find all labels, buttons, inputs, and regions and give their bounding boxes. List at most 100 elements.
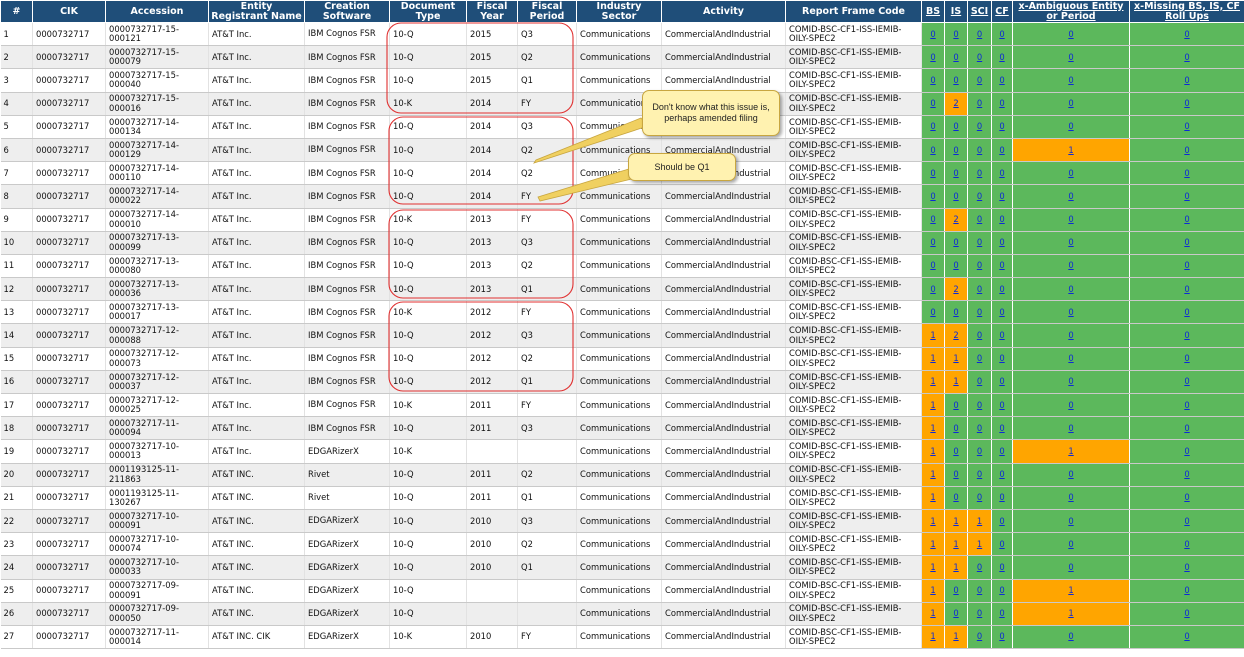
cell-is-count-link[interactable]: 1 bbox=[953, 353, 958, 363]
cell-sci-count[interactable]: 0 bbox=[968, 138, 992, 161]
cell-bs-count[interactable]: 0 bbox=[922, 23, 945, 46]
cell-is-count-link[interactable]: 1 bbox=[953, 516, 958, 526]
cell-ambiguous-count[interactable]: 0 bbox=[1013, 115, 1130, 138]
cell-cf-count[interactable]: 0 bbox=[992, 92, 1013, 115]
cell-is-count[interactable]: 0 bbox=[945, 394, 968, 417]
cell-missing-rollups-count-link[interactable]: 0 bbox=[1184, 562, 1189, 572]
cell-is-count-link[interactable]: 0 bbox=[953, 237, 958, 247]
cell-is-count[interactable]: 1 bbox=[945, 533, 968, 556]
cell-sci-count-link[interactable]: 0 bbox=[977, 168, 982, 178]
cell-cf-count-link[interactable]: 0 bbox=[999, 516, 1004, 526]
cell-is-count-link[interactable]: 0 bbox=[953, 307, 958, 317]
cell-cf-count[interactable]: 0 bbox=[992, 440, 1013, 463]
cell-bs-count[interactable]: 0 bbox=[922, 138, 945, 161]
cell-sci-count-link[interactable]: 0 bbox=[977, 562, 982, 572]
cell-missing-rollups-count-link[interactable]: 0 bbox=[1184, 29, 1189, 39]
cell-sci-count[interactable]: 0 bbox=[968, 162, 992, 185]
cell-missing-rollups-count-link[interactable]: 0 bbox=[1184, 307, 1189, 317]
cell-bs-count-link[interactable]: 0 bbox=[930, 260, 935, 270]
col-header-ambiguous[interactable]: x-Ambiguous Entity or Period bbox=[1013, 1, 1130, 23]
cell-missing-rollups-count-link[interactable]: 0 bbox=[1184, 191, 1189, 201]
cell-is-count[interactable]: 0 bbox=[945, 23, 968, 46]
cell-cf-count[interactable]: 0 bbox=[992, 602, 1013, 625]
cell-sci-count-link[interactable]: 0 bbox=[977, 214, 982, 224]
cell-bs-count-link[interactable]: 1 bbox=[930, 376, 935, 386]
cell-missing-rollups-count-link[interactable]: 0 bbox=[1184, 492, 1189, 502]
cell-cf-count[interactable]: 0 bbox=[992, 394, 1013, 417]
cell-ambiguous-count[interactable]: 0 bbox=[1013, 46, 1130, 69]
cell-missing-rollups-count[interactable]: 0 bbox=[1130, 324, 1244, 347]
cell-sci-count-link[interactable]: 0 bbox=[977, 631, 982, 641]
cell-ambiguous-count-link[interactable]: 0 bbox=[1068, 631, 1073, 641]
cell-sci-count-link[interactable]: 0 bbox=[977, 52, 982, 62]
cell-cf-count[interactable]: 0 bbox=[992, 208, 1013, 231]
cell-is-count[interactable]: 0 bbox=[945, 115, 968, 138]
cell-ambiguous-count-link[interactable]: 0 bbox=[1068, 539, 1073, 549]
cell-missing-rollups-count-link[interactable]: 0 bbox=[1184, 539, 1189, 549]
cell-cf-count-link[interactable]: 0 bbox=[999, 330, 1004, 340]
cell-bs-count-link[interactable]: 0 bbox=[930, 29, 935, 39]
cell-sci-count-link[interactable]: 0 bbox=[977, 330, 982, 340]
cell-ambiguous-count-link[interactable]: 1 bbox=[1068, 608, 1073, 618]
cell-is-count-link[interactable]: 0 bbox=[953, 29, 958, 39]
cell-cf-count-link[interactable]: 0 bbox=[999, 121, 1004, 131]
cell-cf-count[interactable]: 0 bbox=[992, 579, 1013, 602]
cell-bs-count[interactable]: 0 bbox=[922, 231, 945, 254]
cell-missing-rollups-count[interactable]: 0 bbox=[1130, 370, 1244, 393]
cell-sci-count[interactable]: 0 bbox=[968, 440, 992, 463]
cell-cf-count[interactable]: 0 bbox=[992, 301, 1013, 324]
cell-is-count[interactable]: 2 bbox=[945, 324, 968, 347]
cell-cf-count[interactable]: 0 bbox=[992, 509, 1013, 532]
cell-cf-count[interactable]: 0 bbox=[992, 46, 1013, 69]
cell-missing-rollups-count-link[interactable]: 0 bbox=[1184, 145, 1189, 155]
cell-is-count[interactable]: 0 bbox=[945, 254, 968, 277]
cell-bs-count[interactable]: 0 bbox=[922, 208, 945, 231]
cell-missing-rollups-count[interactable]: 0 bbox=[1130, 533, 1244, 556]
cell-ambiguous-count-link[interactable]: 0 bbox=[1068, 400, 1073, 410]
cell-missing-rollups-count-link[interactable]: 0 bbox=[1184, 376, 1189, 386]
cell-ambiguous-count-link[interactable]: 0 bbox=[1068, 98, 1073, 108]
cell-is-count-link[interactable]: 0 bbox=[953, 492, 958, 502]
cell-missing-rollups-count[interactable]: 0 bbox=[1130, 69, 1244, 92]
col-header-is[interactable]: IS bbox=[945, 1, 968, 23]
cell-missing-rollups-count[interactable]: 0 bbox=[1130, 46, 1244, 69]
cell-is-count-link[interactable]: 1 bbox=[953, 631, 958, 641]
cell-bs-count[interactable]: 1 bbox=[922, 417, 945, 440]
cell-is-count[interactable]: 0 bbox=[945, 231, 968, 254]
cell-is-count-link[interactable]: 0 bbox=[953, 75, 958, 85]
cell-cf-count-link[interactable]: 0 bbox=[999, 284, 1004, 294]
cell-missing-rollups-count-link[interactable]: 0 bbox=[1184, 353, 1189, 363]
cell-ambiguous-count-link[interactable]: 0 bbox=[1068, 516, 1073, 526]
cell-is-count[interactable]: 2 bbox=[945, 208, 968, 231]
cell-is-count-link[interactable]: 0 bbox=[953, 121, 958, 131]
cell-bs-count[interactable]: 1 bbox=[922, 394, 945, 417]
cell-sci-count-link[interactable]: 0 bbox=[977, 307, 982, 317]
cell-bs-count-link[interactable]: 1 bbox=[930, 423, 935, 433]
cell-ambiguous-count-link[interactable]: 0 bbox=[1068, 376, 1073, 386]
cell-missing-rollups-count[interactable]: 0 bbox=[1130, 301, 1244, 324]
cell-is-count-link[interactable]: 0 bbox=[953, 400, 958, 410]
cell-bs-count[interactable]: 0 bbox=[922, 162, 945, 185]
cell-sci-count[interactable]: 0 bbox=[968, 556, 992, 579]
cell-bs-count[interactable]: 0 bbox=[922, 185, 945, 208]
cell-missing-rollups-count-link[interactable]: 0 bbox=[1184, 446, 1189, 456]
cell-bs-count-link[interactable]: 0 bbox=[930, 214, 935, 224]
cell-bs-count-link[interactable]: 1 bbox=[930, 353, 935, 363]
cell-missing-rollups-count[interactable]: 0 bbox=[1130, 254, 1244, 277]
cell-ambiguous-count[interactable]: 1 bbox=[1013, 579, 1130, 602]
cell-cf-count-link[interactable]: 0 bbox=[999, 585, 1004, 595]
cell-ambiguous-count[interactable]: 0 bbox=[1013, 278, 1130, 301]
cell-is-count-link[interactable]: 0 bbox=[953, 260, 958, 270]
cell-missing-rollups-count[interactable]: 0 bbox=[1130, 231, 1244, 254]
cell-sci-count-link[interactable]: 0 bbox=[977, 423, 982, 433]
cell-cf-count-link[interactable]: 0 bbox=[999, 214, 1004, 224]
cell-sci-count-link[interactable]: 0 bbox=[977, 376, 982, 386]
cell-missing-rollups-count[interactable]: 0 bbox=[1130, 208, 1244, 231]
cell-ambiguous-count-link[interactable]: 0 bbox=[1068, 492, 1073, 502]
cell-is-count[interactable]: 2 bbox=[945, 278, 968, 301]
cell-missing-rollups-count-link[interactable]: 0 bbox=[1184, 121, 1189, 131]
cell-is-count[interactable]: 0 bbox=[945, 46, 968, 69]
cell-bs-count-link[interactable]: 0 bbox=[930, 145, 935, 155]
cell-bs-count-link[interactable]: 1 bbox=[930, 585, 935, 595]
cell-bs-count[interactable]: 1 bbox=[922, 370, 945, 393]
